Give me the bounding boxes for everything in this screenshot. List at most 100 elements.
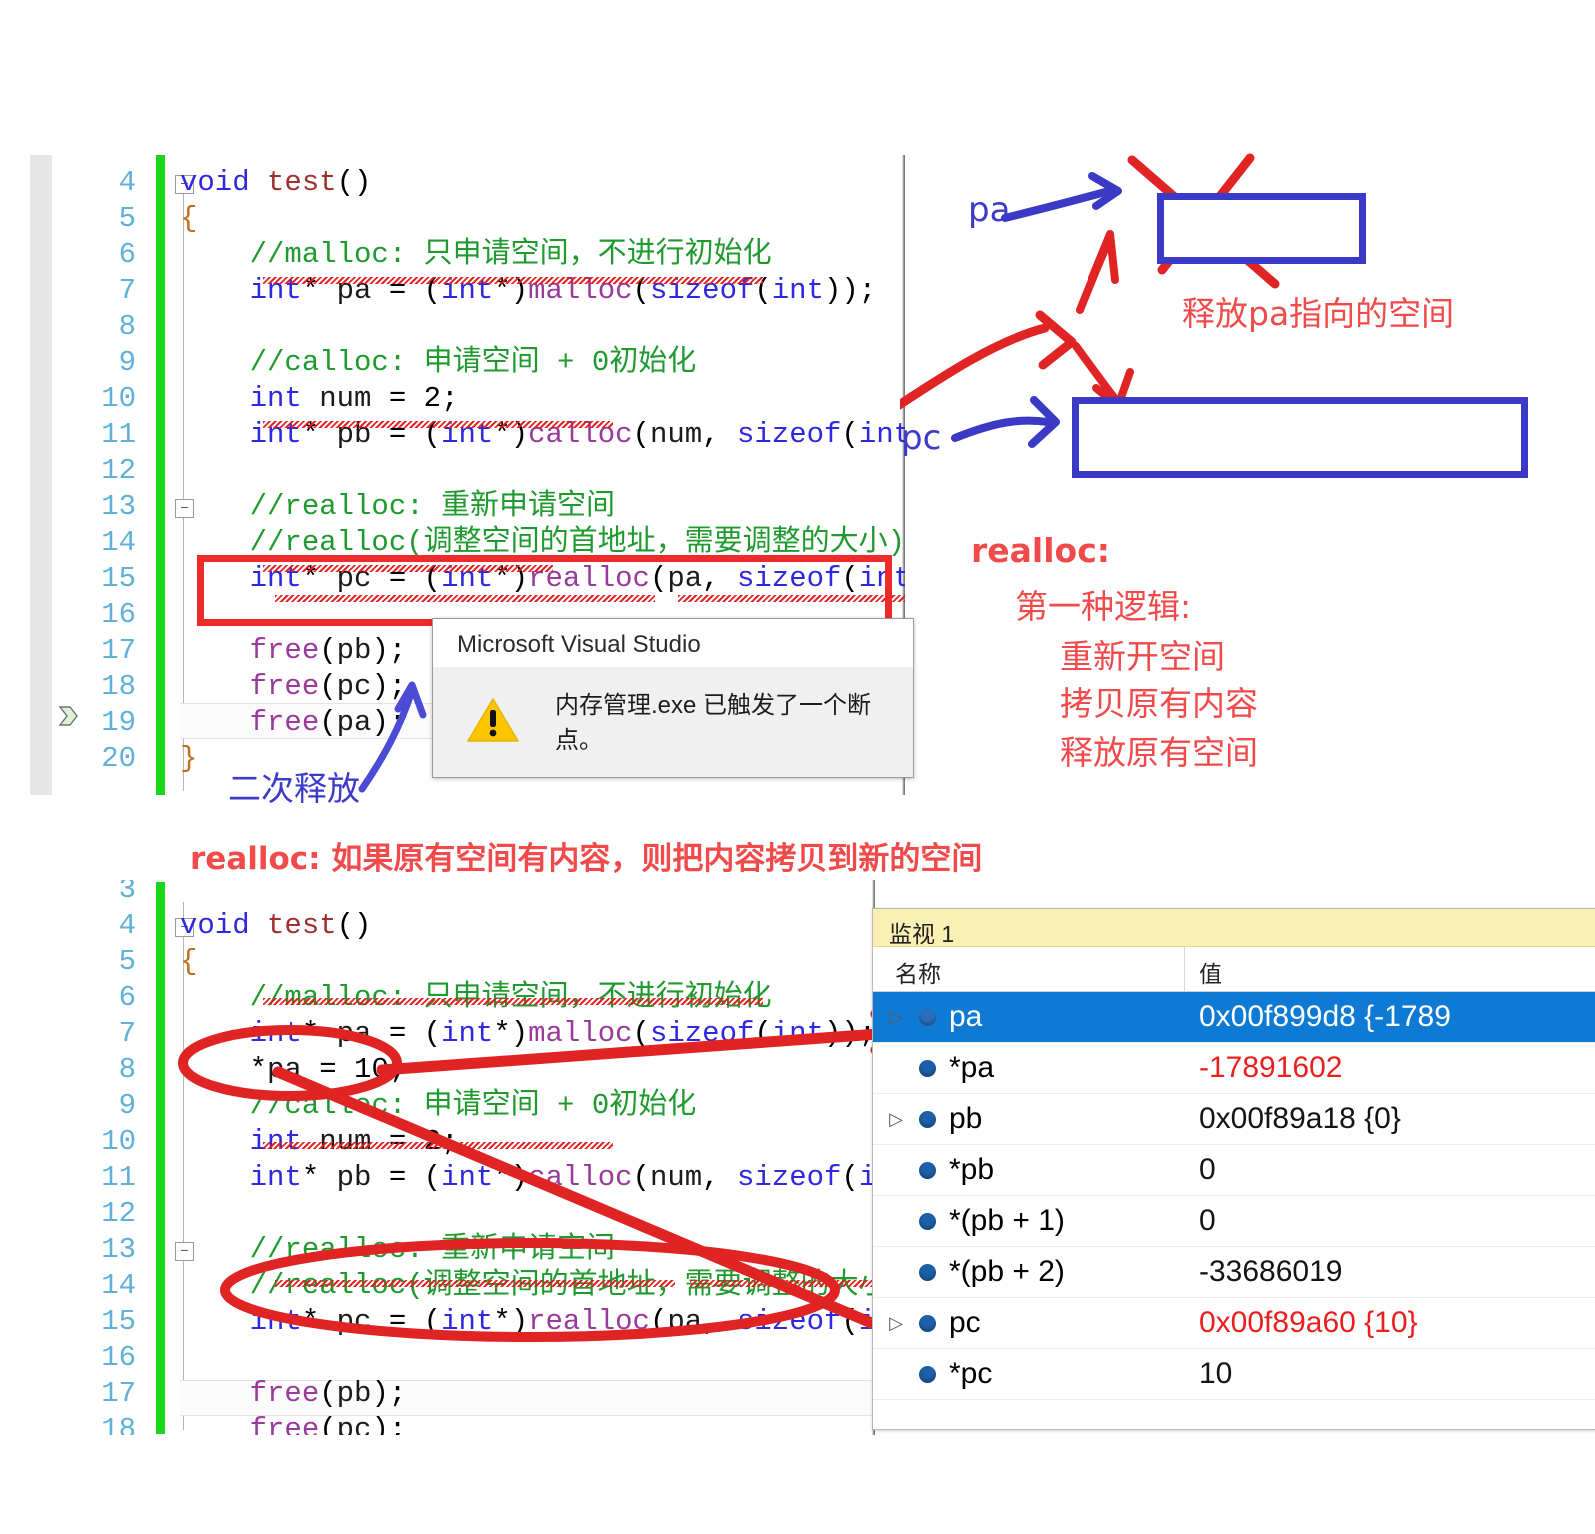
line-number: 16: [101, 1341, 136, 1374]
watch-expression: pb: [949, 1102, 983, 1135]
realloc-heading: realloc:: [971, 531, 1110, 570]
line-number: 9: [118, 1089, 136, 1122]
realloc-logic-heading: 第一种逻辑:: [1015, 587, 1192, 626]
code-line[interactable]: 12: [30, 1196, 875, 1232]
line-number: 7: [118, 1017, 136, 1050]
code-line[interactable]: 9 //calloc: 申请空间 + 0初始化: [30, 1088, 875, 1124]
watch-column-headers: 名称 值: [873, 947, 1595, 992]
spellcheck-squiggle: [263, 998, 763, 1005]
code-line[interactable]: 5{: [30, 201, 905, 237]
memory-block-pa: [1157, 193, 1366, 264]
code-line[interactable]: 16: [30, 1340, 875, 1376]
code-line[interactable]: 13− //realloc: 重新申请空间: [30, 1232, 875, 1268]
watch-expression: pa: [949, 1000, 983, 1033]
spellcheck-squiggle: [263, 1142, 613, 1149]
code-text: //realloc: 重新申请空间: [180, 490, 616, 523]
watch-row[interactable]: [873, 1400, 1595, 1429]
code-line[interactable]: 8 *pa = 10;: [30, 1052, 875, 1088]
spellcheck-squiggle: [678, 595, 905, 602]
line-number: 6: [118, 238, 136, 271]
code-line[interactable]: 18 free(pc);: [30, 1412, 875, 1435]
code-text: int* pa = (int*)malloc(sizeof(int));: [249, 1017, 875, 1050]
code-line[interactable]: 17 free(pb);: [30, 1376, 875, 1412]
variable-icon: [913, 1263, 941, 1281]
code-line[interactable]: 14 //realloc(调整空间的首地址，需要调整的大小): [30, 525, 905, 561]
watch-window-title: 监视 1: [873, 909, 1595, 947]
code-text: {: [180, 202, 198, 235]
expander-icon[interactable]: ▷: [879, 1007, 913, 1028]
watch-row[interactable]: *(pb + 1) 0: [873, 1196, 1595, 1247]
code-line[interactable]: 3: [30, 880, 875, 908]
watch-row[interactable]: *(pb + 2) -33686019: [873, 1247, 1595, 1298]
watch-row-list: ▷ pa 0x00f899d8 {-1789 *pa -17891602 ▷ pb 0x00f…: [873, 992, 1595, 1429]
line-number: 4: [118, 166, 136, 199]
code-line[interactable]: 10 int num = 2;: [30, 381, 905, 417]
watch-row[interactable]: *pa -17891602: [873, 1043, 1595, 1094]
watch-window[interactable]: 监视 1 名称 值 ▷ pa 0x00f899d8 {-1789 *pa -178916…: [872, 908, 1595, 1430]
code-text: //realloc(调整空间的首地址，需要调整的大小): [180, 526, 905, 559]
watch-row[interactable]: *pc 10: [873, 1349, 1595, 1400]
realloc-logic-step-1: 重新开空间: [1060, 637, 1225, 676]
code-text: //realloc: 重新申请空间: [180, 1233, 616, 1266]
watch-expression: pc: [949, 1306, 981, 1339]
variable-icon: [913, 1008, 941, 1026]
code-text: int num = 2;: [249, 382, 459, 415]
code-editor-bottom[interactable]: 34−void test()5{6 //malloc: 只申请空间，不进行初始化…: [30, 880, 875, 1435]
code-text: free(pc);: [249, 670, 407, 703]
code-line[interactable]: 15 int* pc = (int*)realloc(pa, sizeof(in…: [30, 1304, 875, 1340]
watch-row[interactable]: ▷ pc 0x00f89a60 {10}: [873, 1298, 1595, 1349]
watch-row[interactable]: ▷ pa 0x00f899d8 {-1789: [873, 992, 1595, 1043]
label-free-pa-space: 释放pa指向的空间: [1182, 294, 1455, 333]
code-text: //calloc: 申请空间 + 0初始化: [180, 1089, 697, 1122]
line-number: 14: [101, 1269, 136, 1302]
line-number: 3: [118, 880, 136, 906]
line-number: 18: [101, 1413, 136, 1435]
spellcheck-squiggle: [275, 1280, 675, 1287]
line-number: 18: [101, 670, 136, 703]
watch-value: -17891602: [1199, 1051, 1343, 1084]
line-number: 8: [118, 1053, 136, 1086]
line-number: 16: [101, 598, 136, 631]
visual-studio-dialog[interactable]: Microsoft Visual Studio 内存管理.exe 已触发了一个断…: [432, 618, 914, 778]
code-line[interactable]: 6 //malloc: 只申请空间，不进行初始化: [30, 237, 905, 273]
line-number: 13: [101, 1233, 136, 1266]
line-number: 20: [101, 742, 136, 775]
code-line[interactable]: 9 //calloc: 申请空间 + 0初始化: [30, 345, 905, 381]
spellcheck-squiggle: [690, 1280, 875, 1287]
variable-icon: [913, 1059, 941, 1077]
line-number: 13: [101, 490, 136, 523]
watch-expression: *(pb + 1): [949, 1204, 1065, 1237]
code-line[interactable]: 8: [30, 309, 905, 345]
watch-row[interactable]: ▷ pb 0x00f89a18 {0}: [873, 1094, 1595, 1145]
code-line[interactable]: 4− void test(): [30, 165, 905, 201]
column-header-name: 名称: [873, 947, 1185, 991]
code-text: free(pb);: [249, 1377, 407, 1410]
code-line[interactable]: 5{: [30, 944, 875, 980]
line-number: 19: [101, 706, 136, 739]
line-number: 11: [101, 418, 136, 451]
line-number: 15: [101, 562, 136, 595]
code-text: {: [180, 945, 198, 978]
line-number: 17: [101, 1377, 136, 1410]
watch-value: 0: [1199, 1204, 1216, 1237]
code-line[interactable]: 4− void test(): [30, 908, 875, 944]
code-line[interactable]: 7 int* pa = (int*)malloc(sizeof(int));: [30, 1016, 875, 1052]
code-text: //malloc: 只申请空间，不进行初始化: [180, 238, 772, 271]
code-line[interactable]: 11 int* pb = (int*)calloc(num, sizeof(in…: [30, 1160, 875, 1196]
variable-icon: [913, 1161, 941, 1179]
expander-icon[interactable]: ▷: [879, 1109, 913, 1130]
line-number: 15: [101, 1305, 136, 1338]
code-text: int* pb = (int*)calloc(num, sizeof(int): [249, 1161, 875, 1194]
code-text: free(pb);: [249, 634, 407, 667]
code-text: *pa = 10;: [180, 1053, 407, 1086]
dialog-message: 内存管理.exe 已触发了一个断点。: [555, 692, 872, 754]
watch-expression: *pc: [949, 1357, 993, 1390]
watch-row[interactable]: *pb 0: [873, 1145, 1595, 1196]
code-text: free(pa);: [249, 706, 407, 739]
expander-icon[interactable]: ▷: [879, 1313, 913, 1334]
spellcheck-squiggle: [263, 277, 763, 284]
spellcheck-squiggle: [275, 595, 655, 602]
code-line[interactable]: 12: [30, 453, 905, 489]
line-number: 14: [101, 526, 136, 559]
code-line[interactable]: 13− //realloc: 重新申请空间: [30, 489, 905, 525]
